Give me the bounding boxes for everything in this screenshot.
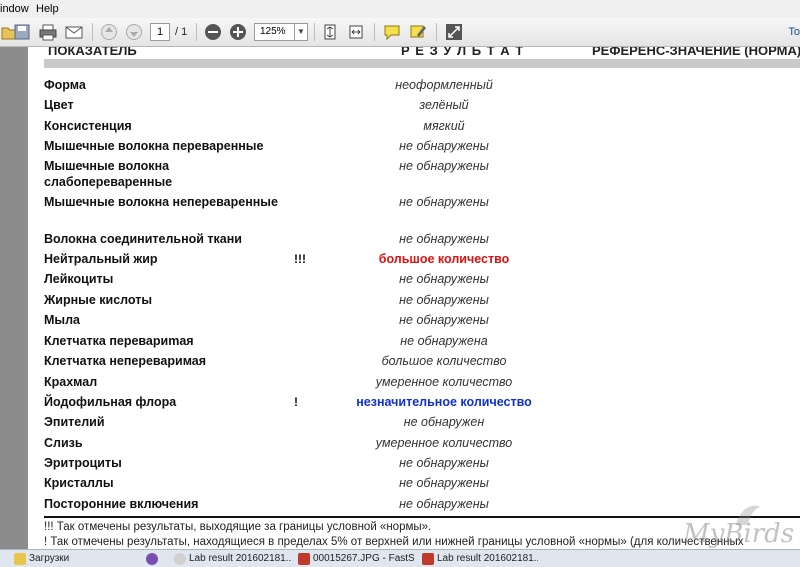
- column-header-reference: РЕФЕРЕНС-ЗНАЧЕНИЕ (НОРМА): [592, 47, 800, 58]
- toolbar-separator: [92, 23, 93, 41]
- result-value: не обнаружены: [399, 139, 489, 153]
- parameter-name: Волокна соединительной ткани: [44, 232, 242, 246]
- parameter-name: Крахмал: [44, 375, 98, 389]
- header-divider: [44, 59, 800, 68]
- result-value: не обнаружена: [400, 334, 488, 348]
- email-icon[interactable]: [64, 22, 84, 42]
- folder-icon: [14, 552, 26, 565]
- result-value: большое количество: [381, 354, 507, 368]
- result-value: не обнаружены: [399, 272, 489, 286]
- zoom-select[interactable]: 125% ▼: [254, 23, 308, 41]
- result-value: не обнаружены: [399, 232, 489, 246]
- result-value: умеренное количество: [375, 375, 513, 389]
- parameter-name: Эпителий: [44, 415, 105, 429]
- page-total: / 1: [175, 26, 188, 38]
- menu-window[interactable]: indow: [0, 3, 29, 15]
- result-value: незначительное количество: [356, 395, 532, 409]
- parameter-name: Нейтральный жир: [44, 252, 158, 266]
- result-value: не обнаружены: [399, 313, 489, 327]
- parameter-name: Мыла: [44, 313, 80, 327]
- result-value: большое количество: [378, 252, 510, 266]
- toolbar-separator: [196, 23, 197, 41]
- column-header-param: ПОКАЗАТЕЛЬ: [48, 47, 137, 58]
- previous-page-icon[interactable]: [99, 22, 119, 42]
- taskbar-item-lab-result-2[interactable]: Lab result 201602181...: [422, 551, 538, 566]
- parameter-name: Форма: [44, 78, 86, 92]
- parameter-name: Мышечные волокна непереваренные: [44, 195, 278, 209]
- parameter-name: Цвет: [44, 98, 74, 112]
- fit-width-icon[interactable]: [346, 22, 366, 42]
- viber-icon: [146, 552, 158, 565]
- fit-page-icon[interactable]: [320, 22, 340, 42]
- result-value: не обнаружены: [399, 195, 489, 209]
- pdf-icon: [422, 552, 434, 565]
- fullscreen-icon[interactable]: [444, 22, 464, 42]
- result-value: не обнаружены: [399, 456, 489, 470]
- next-page-icon[interactable]: [124, 22, 144, 42]
- toolbar-separator: [436, 23, 437, 41]
- result-value: не обнаружены: [399, 497, 489, 511]
- taskbar-item-faststone[interactable]: 00015267.JPG - FastS...: [298, 551, 414, 566]
- parameter-name: Консистенция: [44, 119, 132, 133]
- parameter-name: Эритроциты: [44, 456, 122, 470]
- result-value: зелёный: [419, 98, 469, 112]
- parameter-name: Жирные кислоты: [44, 293, 153, 307]
- legend-note-critical: !!! Так отмечены результаты, выходящие з…: [44, 521, 432, 533]
- legend-note-borderline: ! Так отмечены результаты, находящиеся в…: [44, 536, 744, 548]
- result-value: умеренное количество: [375, 436, 513, 450]
- parameter-name: Слизь: [44, 436, 83, 450]
- toolbar-separator: [314, 23, 315, 41]
- zoom-in-icon[interactable]: [228, 22, 248, 42]
- toolbar: 1 / 1 125% ▼ To: [0, 18, 800, 47]
- print-icon[interactable]: [38, 22, 58, 42]
- browser-icon: [174, 552, 186, 565]
- parameter-name: Лейкоциты: [44, 272, 114, 286]
- tools-button[interactable]: To: [788, 26, 800, 38]
- result-value: неоформленный: [395, 78, 493, 92]
- document-viewport: ПОКАЗАТЕЛЬ Р Е З У Л Ь Т А Т РЕФЕРЕНС-ЗН…: [0, 47, 800, 549]
- result-value: мягкий: [423, 119, 465, 133]
- zoom-out-icon[interactable]: [203, 22, 223, 42]
- bird-watermark-icon: [736, 505, 760, 525]
- result-value: не обнаружены: [399, 476, 489, 490]
- menu-bar: indow Help: [0, 0, 800, 18]
- zoom-value: 125%: [260, 26, 286, 37]
- table-bottom-divider: [44, 516, 800, 518]
- parameter-name: Мышечные волокна переваренные: [44, 139, 264, 153]
- taskbar-item-downloads[interactable]: Загрузки: [14, 551, 134, 566]
- result-value: не обнаружен: [403, 415, 485, 429]
- parameter-name: Йодофильная флора: [44, 395, 177, 409]
- column-header-result: Р Е З У Л Ь Т А Т: [401, 47, 525, 58]
- page-number-input[interactable]: 1: [150, 23, 170, 41]
- document-page: ПОКАЗАТЕЛЬ Р Е З У Л Ь Т А Т РЕФЕРЕНС-ЗН…: [28, 47, 800, 549]
- parameter-name: Клетчатка перевариmая: [44, 334, 194, 348]
- image-viewer-icon: [298, 552, 310, 565]
- taskbar-item-viber[interactable]: [146, 551, 162, 566]
- result-value: не обнаружены: [399, 159, 489, 173]
- highlight-icon[interactable]: [408, 22, 428, 42]
- taskbar: Загрузки Lab result 201602181... 0001526…: [0, 549, 800, 567]
- result-value: не обнаружены: [399, 293, 489, 307]
- parameter-name: Посторонние включения: [44, 497, 199, 511]
- parameter-name: Клетчатка непереваримая: [44, 354, 207, 368]
- taskbar-item-lab-result-1[interactable]: Lab result 201602181...: [174, 551, 292, 566]
- menu-help[interactable]: Help: [36, 3, 59, 15]
- comment-icon[interactable]: [382, 22, 402, 42]
- toolbar-separator: [374, 23, 375, 41]
- save-icon[interactable]: [12, 22, 32, 42]
- chevron-down-icon[interactable]: ▼: [294, 24, 307, 40]
- parameter-name: Кристаллы: [44, 476, 114, 490]
- parameter-name: Мышечные волокна слабопереваренные: [44, 159, 173, 189]
